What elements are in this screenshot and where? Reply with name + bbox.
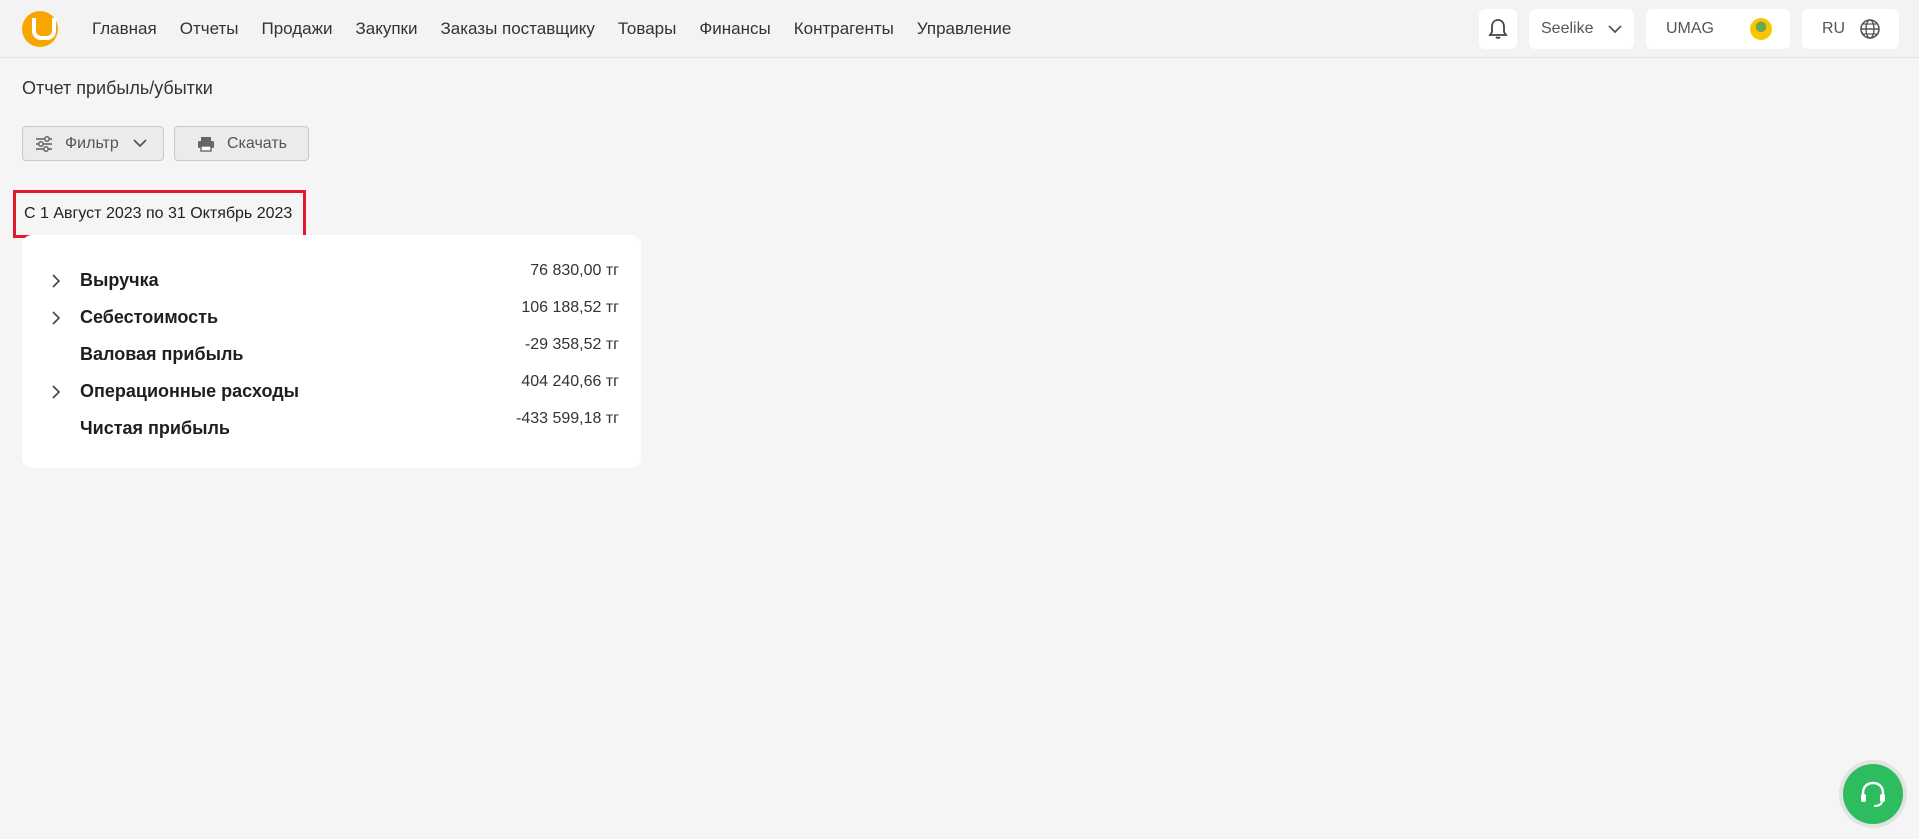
nav-item-management[interactable]: Управление — [917, 19, 1012, 39]
nav-item-finance[interactable]: Финансы — [699, 19, 770, 39]
download-button[interactable]: Скачать — [174, 126, 309, 161]
chevron-right-icon[interactable] — [52, 385, 61, 404]
profit-loss-card: Выручка 76 830,00 тг Себестоимость 106 1… — [22, 235, 641, 468]
report-row-revenue[interactable]: Выручка 76 830,00 тг — [22, 260, 641, 297]
filter-label: Фильтр — [65, 134, 119, 152]
nav-item-sales[interactable]: Продажи — [261, 19, 332, 39]
support-chat-button[interactable] — [1843, 764, 1903, 824]
language-code: RU — [1822, 20, 1846, 37]
report-row-operating-expenses[interactable]: Операционные расходы 404 240,66 тг — [22, 371, 641, 408]
language-selector[interactable]: RU — [1802, 9, 1899, 49]
printer-icon — [197, 136, 215, 152]
row-label: Операционные расходы — [80, 381, 300, 401]
header-controls: Seelike UMAG RU — [1479, 9, 1899, 49]
page-title: Отчет прибыль/убытки — [22, 78, 213, 98]
main-nav: Главная Отчеты Продажи Закупки Заказы по… — [92, 0, 1034, 58]
report-row-net-profit: Чистая прибыль -433 599,18 тг — [22, 408, 641, 445]
nav-item-products[interactable]: Товары — [618, 19, 676, 39]
row-label: Себестоимость — [80, 307, 219, 327]
date-range-text: С 1 Август 2023 по 31 Октябрь 2023 — [24, 205, 293, 222]
row-value: 106 188,52 тг — [521, 299, 619, 316]
bell-icon — [1488, 19, 1508, 39]
download-label: Скачать — [227, 134, 287, 152]
account-menu[interactable]: UMAG — [1646, 9, 1790, 49]
report-toolbar: Фильтр Скачать — [22, 126, 309, 161]
nav-item-reports[interactable]: Отчеты — [180, 19, 239, 39]
globe-icon — [1860, 19, 1880, 39]
row-label: Чистая прибыль — [80, 418, 230, 438]
avatar — [1750, 18, 1772, 40]
row-label: Валовая прибыль — [80, 344, 244, 364]
row-value: 404 240,66 тг — [521, 373, 619, 390]
top-navigation-bar: Главная Отчеты Продажи Закупки Заказы по… — [0, 0, 1919, 58]
row-value: -29 358,52 тг — [524, 336, 619, 353]
account-name: UMAG — [1666, 20, 1714, 37]
report-row-gross-profit: Валовая прибыль -29 358,52 тг — [22, 334, 641, 371]
store-selector[interactable]: Seelike — [1529, 9, 1634, 49]
nav-item-counterparties[interactable]: Контрагенты — [794, 19, 894, 39]
chevron-right-icon[interactable] — [52, 311, 61, 330]
chevron-right-icon[interactable] — [52, 274, 61, 293]
umag-logo-icon[interactable] — [22, 11, 58, 47]
row-label: Выручка — [80, 270, 159, 290]
sliders-icon — [35, 135, 53, 152]
report-date-range: С 1 Август 2023 по 31 Октябрь 2023 — [13, 190, 306, 238]
nav-item-purchases[interactable]: Закупки — [355, 19, 417, 39]
nav-item-home[interactable]: Главная — [92, 19, 157, 39]
chevron-down-icon — [1608, 24, 1622, 33]
row-value: -433 599,18 тг — [515, 410, 619, 427]
row-value: 76 830,00 тг — [530, 262, 619, 279]
chevron-down-icon — [133, 139, 147, 148]
headset-icon — [1861, 781, 1885, 807]
report-row-cost[interactable]: Себестоимость 106 188,52 тг — [22, 297, 641, 334]
notifications-button[interactable] — [1479, 9, 1517, 49]
nav-item-supplier-orders[interactable]: Заказы поставщику — [440, 19, 594, 39]
store-name: Seelike — [1541, 20, 1594, 37]
filter-button[interactable]: Фильтр — [22, 126, 164, 161]
